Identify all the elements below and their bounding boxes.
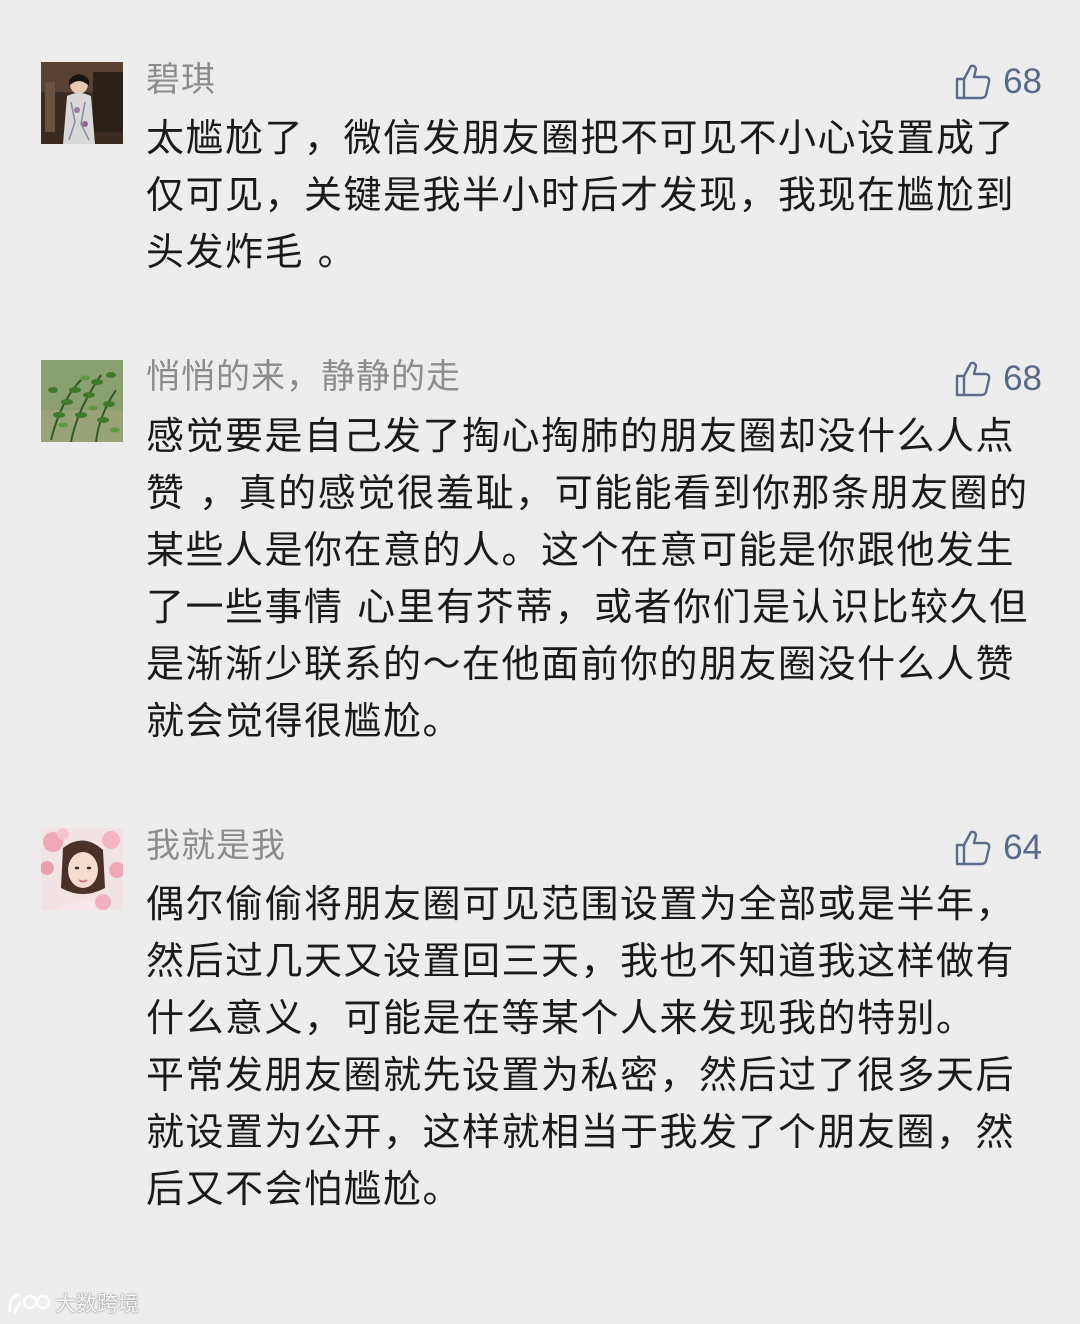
like-count: 64	[1003, 828, 1042, 867]
comment-paragraph: 太尴尬了，微信发朋友圈把不可见不小心设置成了仅可见，关键是我半小时后才发现，我现…	[146, 116, 1016, 274]
thumbs-up-icon	[955, 830, 991, 866]
thumbs-up-icon	[955, 361, 991, 397]
like-count: 68	[1003, 359, 1042, 398]
username[interactable]: 我就是我	[146, 826, 286, 866]
like-count: 68	[1003, 62, 1042, 101]
like-button[interactable]: 68	[953, 60, 1042, 104]
like-button[interactable]: 64	[953, 826, 1042, 870]
like-button[interactable]: 68	[953, 357, 1042, 401]
watermark-logo-icon	[8, 1292, 51, 1315]
avatar[interactable]	[41, 62, 123, 144]
username[interactable]: 碧琪	[146, 60, 216, 100]
comment-text: 偶尔偷偷将朋友圈可见范围设置为全部或是半年，然后过几天又设置回三天，我也不知道我…	[146, 876, 1046, 1218]
watermark: 大数跨境	[6, 1288, 139, 1318]
comment-text: 感觉要是自己发了掏心掏肺的朋友圈却没什么人点赞 ，真的感觉很羞耻，可能能看到你那…	[146, 408, 1046, 750]
avatar[interactable]	[41, 828, 123, 910]
comment-paragraph: 平常发朋友圈就先设置为私密，然后过了很多天后就设置为公开，这样就相当于我发了个朋…	[146, 1053, 1016, 1211]
comment-paragraph: 感觉要是自己发了掏心掏肺的朋友圈却没什么人点赞 ，真的感觉很羞耻，可能能看到你那…	[146, 414, 1029, 743]
comment-paragraph: 偶尔偷偷将朋友圈可见范围设置为全部或是半年，然后过几天又设置回三天，我也不知道我…	[146, 882, 1016, 1040]
watermark-text: 大数跨境	[55, 1292, 139, 1316]
username[interactable]: 悄悄的来，静静的走	[146, 357, 461, 397]
thumbs-up-icon	[955, 64, 991, 100]
avatar[interactable]	[41, 360, 123, 442]
comment-text: 太尴尬了，微信发朋友圈把不可见不小心设置成了仅可见，关键是我半小时后才发现，我现…	[146, 110, 1046, 281]
